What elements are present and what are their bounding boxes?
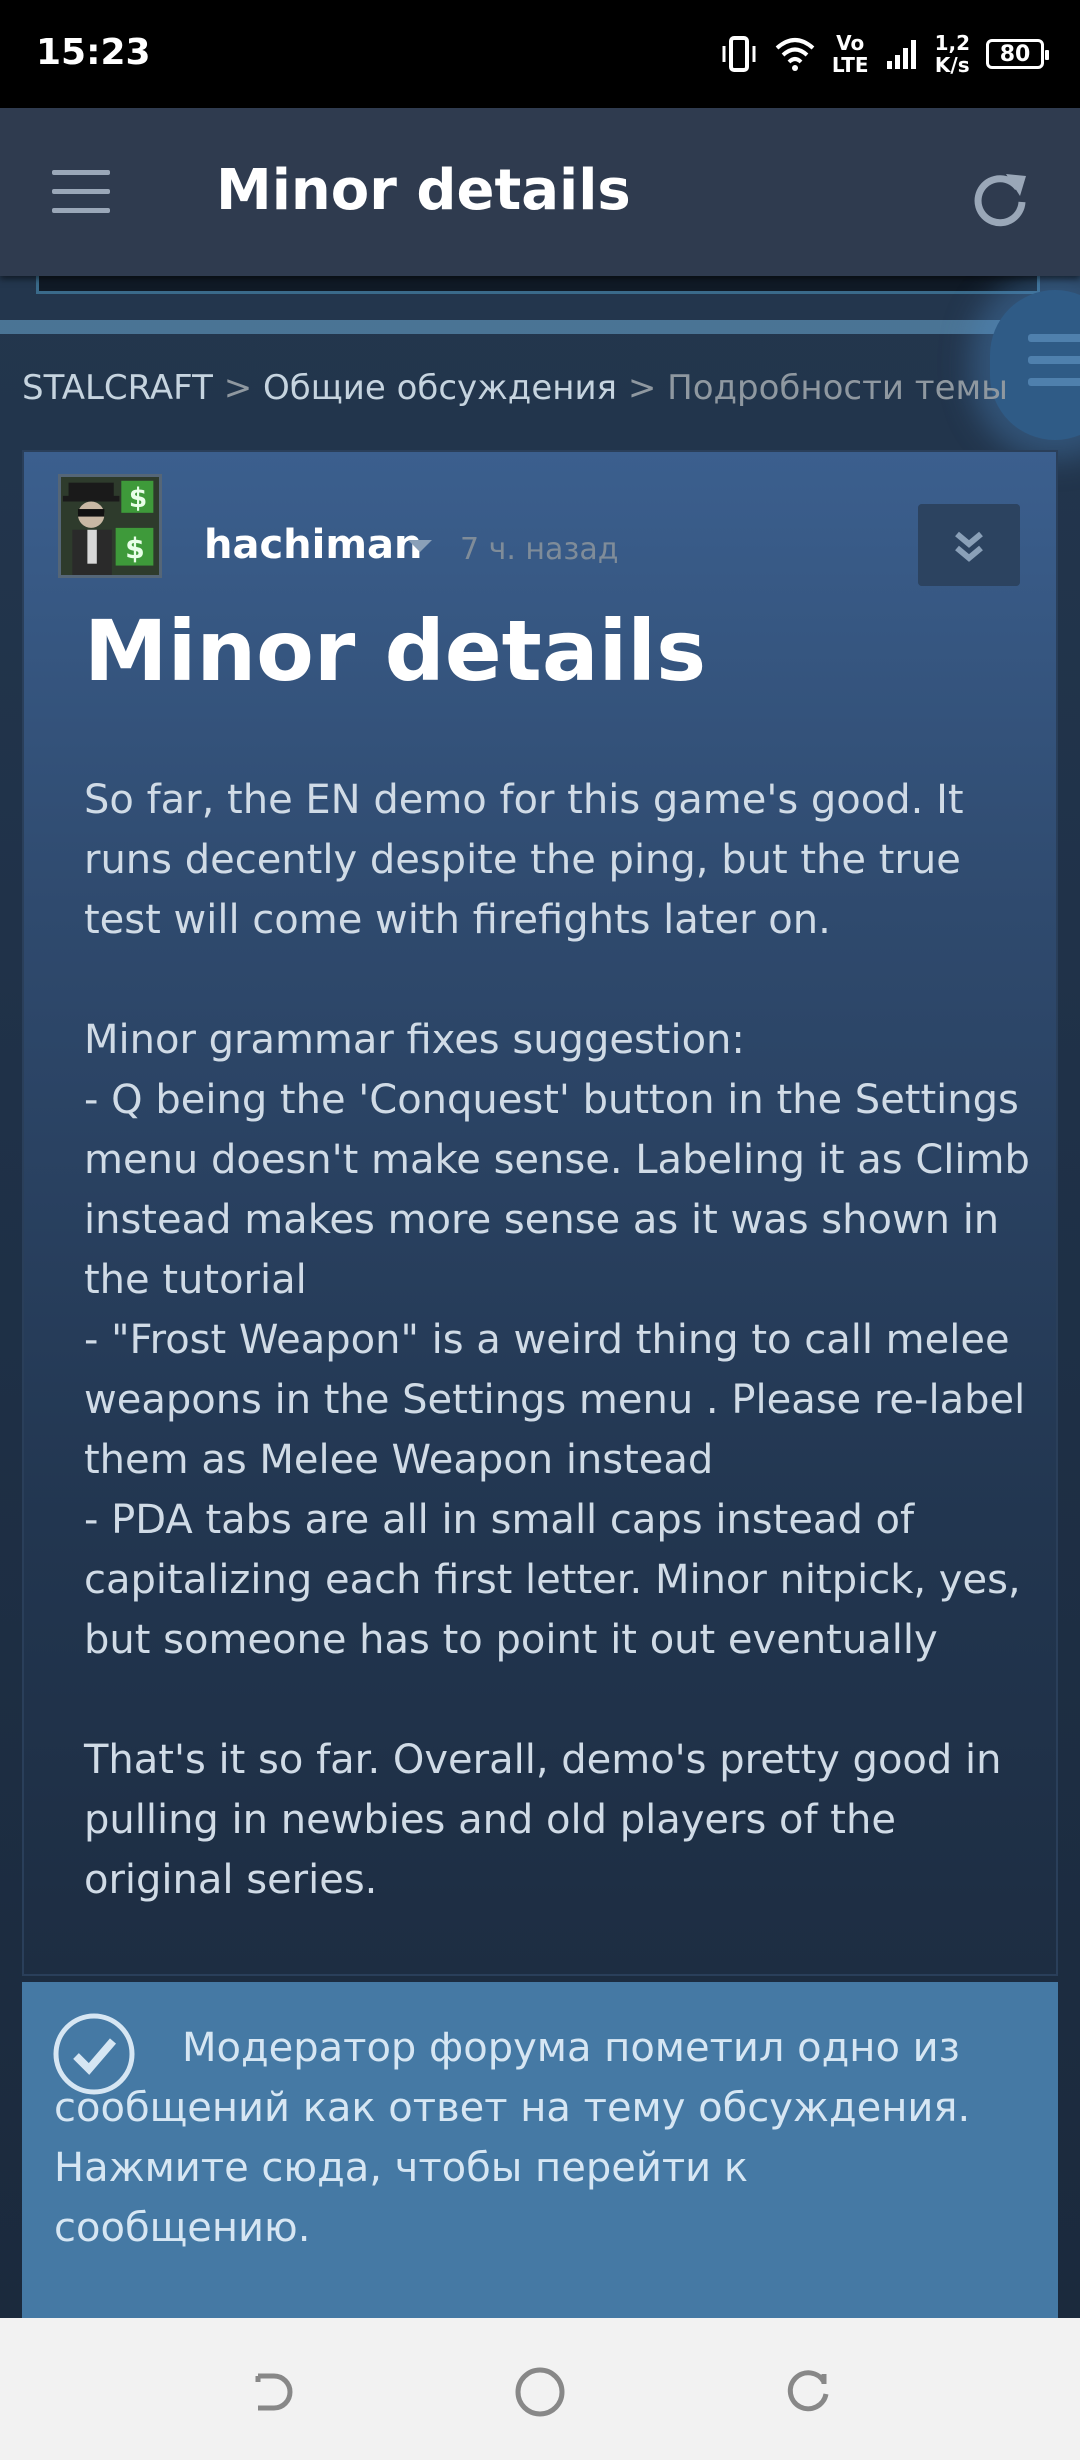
status-bar: 15:23 Vo LTE 1,2 K/s 80 bbox=[0, 0, 1080, 108]
page-title: Minor details bbox=[216, 158, 631, 223]
side-menu-tab[interactable] bbox=[990, 290, 1080, 440]
header-frame bbox=[36, 276, 1040, 294]
post-paragraph: Minor grammar fixes suggestion: - Q bein… bbox=[84, 1017, 1030, 1663]
battery-icon: 80 bbox=[986, 39, 1049, 69]
status-time: 15:23 bbox=[36, 32, 151, 73]
forum-post: $ $ hachiman 7 ч. назад Minor details So… bbox=[22, 450, 1058, 1976]
post-title: Minor details bbox=[84, 602, 707, 700]
signal-icon bbox=[886, 40, 916, 69]
status-icons: Vo LTE 1,2 K/s 80 bbox=[720, 26, 1049, 82]
breadcrumb-game-link[interactable]: STALCRAFT bbox=[22, 368, 213, 408]
vibrate-icon bbox=[722, 36, 756, 72]
post-timestamp: 7 ч. назад bbox=[460, 532, 619, 567]
post-paragraph: That's it so far. Overall, demo's pretty… bbox=[84, 1737, 1002, 1903]
breadcrumb-forum-link[interactable]: Общие обсуждения bbox=[263, 368, 617, 408]
back-icon[interactable] bbox=[244, 2364, 300, 2420]
answer-message[interactable]: Модератор форума пометил одно из сообщен… bbox=[54, 2018, 1014, 2258]
answer-link[interactable]: Нажмите сюда, чтобы перейти к сообщению. bbox=[54, 2145, 748, 2251]
post-body: So far, the EN demo for this game's good… bbox=[84, 770, 1044, 1910]
breadcrumb-current: Подробности темы bbox=[667, 368, 1009, 408]
network-speed: 1,2 K/s bbox=[934, 31, 970, 77]
home-icon[interactable] bbox=[512, 2364, 568, 2420]
system-nav-bar bbox=[0, 2318, 1080, 2460]
post-paragraph: So far, the EN demo for this game's good… bbox=[84, 777, 964, 943]
recent-apps-icon[interactable] bbox=[780, 2364, 836, 2420]
author-name[interactable]: hachiman bbox=[204, 522, 423, 568]
volte-indicator: Vo LTE bbox=[831, 31, 869, 77]
svg-text:$: $ bbox=[129, 484, 147, 514]
wifi-icon bbox=[775, 38, 815, 71]
svg-text:$: $ bbox=[125, 532, 145, 565]
battery-level: 80 bbox=[999, 41, 1031, 67]
collapse-chevron-icon[interactable] bbox=[918, 504, 1020, 586]
avatar[interactable]: $ $ bbox=[58, 474, 162, 578]
refresh-icon[interactable] bbox=[968, 166, 1032, 230]
breadcrumb-separator: > bbox=[223, 368, 253, 408]
hamburger-menu-icon[interactable] bbox=[52, 170, 112, 214]
answer-notice: Модератор форума пометил одно из сообщен… bbox=[54, 2025, 971, 2131]
answer-banner[interactable]: Модератор форума пометил одно из сообщен… bbox=[22, 1982, 1058, 2318]
content-area[interactable]: STALCRAFT > Общие обсуждения > Подробнос… bbox=[0, 276, 1080, 2318]
author-dropdown-caret-icon[interactable] bbox=[408, 540, 432, 552]
app-bar: Minor details bbox=[0, 108, 1080, 276]
breadcrumb: STALCRAFT > Общие обсуждения > Подробнос… bbox=[22, 368, 1008, 408]
breadcrumb-separator: > bbox=[627, 368, 657, 408]
divider bbox=[0, 320, 1080, 334]
